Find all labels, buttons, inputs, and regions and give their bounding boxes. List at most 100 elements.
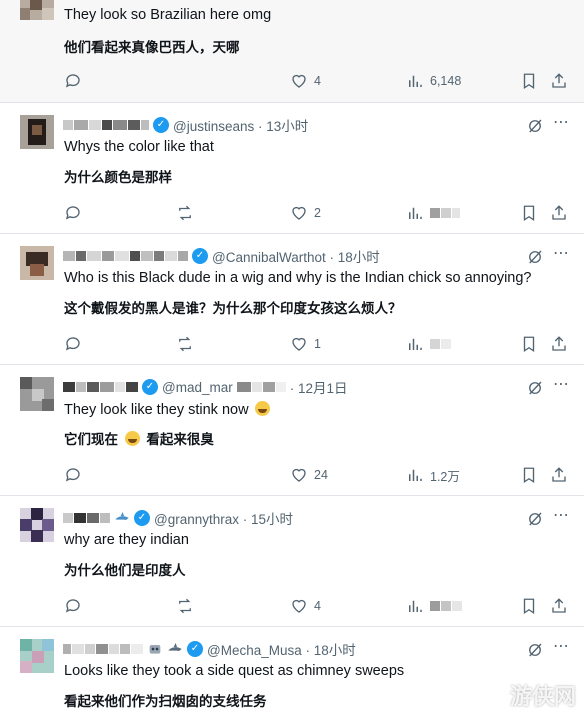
shark-emoji-icon [115,512,129,520]
tweet-2[interactable]: ✓ @CannibalWarthot · 18小时 Who is this Bl… [0,234,584,365]
tweet-time[interactable]: · 12月1日 [290,377,348,397]
avatar[interactable] [20,246,54,280]
tweet-0[interactable]: They look so Brazilian here omg 他们看起来真像巴… [0,0,584,103]
repost-icon [179,336,191,352]
tweet-text: Who is this Black dude in a wig and why … [64,270,532,286]
tweet-header: ✓ @grannythrax · 15小时 [63,508,293,528]
grok-icon[interactable] [526,248,544,266]
repost-button[interactable] [176,596,194,616]
more-icon[interactable]: ⋯ [553,243,570,262]
more-icon[interactable]: ⋯ [553,505,570,524]
tweet-text-content: They look like they stink now [64,402,249,418]
verified-badge: ✓ [187,641,203,657]
share-button[interactable] [550,203,568,223]
views-icon [409,600,422,612]
avatar[interactable] [20,377,54,411]
views-button[interactable]: 6,148 [406,71,461,91]
more-icon[interactable]: ⋯ [553,112,570,131]
blurred-display-name [63,643,143,656]
action-bar: 24 1.2万 [64,465,566,485]
views-button[interactable] [406,203,460,223]
reply-icon [65,599,80,613]
like-count: 2 [314,206,321,220]
tweet-handle[interactable]: @justinseans · 13小时 [173,115,308,135]
views-button[interactable] [406,596,462,616]
repost-button[interactable] [176,334,194,354]
share-button[interactable] [550,334,568,354]
tweet-5[interactable]: ✓ @Mecha_Musa · 18小时 Looks like they too… [0,627,584,717]
watermark-logo: 游侠网 [510,679,576,711]
like-button[interactable]: 4 [290,596,321,616]
blurred-views [430,207,460,220]
reply-button[interactable] [64,71,82,91]
share-button[interactable] [550,465,568,485]
tweet-header: ✓ @CannibalWarthot · 18小时 [63,246,380,266]
share-icon [552,205,566,220]
bookmark-button[interactable] [520,465,538,485]
blurred-handle-suffix [236,381,286,394]
more-icon[interactable]: ⋯ [553,636,570,655]
translation-part-1: 它们现在 [64,432,118,448]
grok-icon[interactable] [526,379,544,397]
robot-emoji-icon [149,645,161,654]
grok-icon[interactable] [526,117,544,135]
tweet-translation: 为什么颜色是那样 [64,170,172,186]
share-icon [552,336,566,351]
bookmark-icon [523,336,535,353]
tweet-header: ✓ @Mecha_Musa · 18小时 [63,639,356,659]
bookmark-button[interactable] [520,334,538,354]
like-count: 24 [314,468,328,482]
views-icon [409,338,422,350]
avatar[interactable] [20,639,54,673]
tweet-text: Looks like they took a side quest as chi… [64,663,405,679]
repost-button[interactable] [176,203,194,223]
like-button[interactable]: 24 [290,465,328,485]
reply-icon [65,206,80,220]
reply-icon [65,337,80,351]
share-button[interactable] [550,596,568,616]
views-count: 1.2万 [430,469,460,484]
tweet-text: They look like they stink now [64,401,272,418]
avatar[interactable] [20,0,54,20]
grok-icon[interactable] [526,510,544,528]
bookmark-button[interactable] [520,596,538,616]
tweet-handle[interactable]: @Mecha_Musa · 18小时 [207,639,356,659]
grok-icon[interactable] [526,641,544,659]
avatar[interactable] [20,115,54,149]
views-icon [409,75,422,87]
tweet-handle[interactable]: @CannibalWarthot · 18小时 [212,246,380,266]
share-icon [552,73,566,88]
like-icon [292,599,306,613]
views-button[interactable] [406,334,451,354]
tweet-handle[interactable]: @mad_mar [162,380,233,395]
reply-button[interactable] [64,465,82,485]
tweet-handle[interactable]: @grannythrax · 15小时 [154,508,293,528]
tweet-4[interactable]: ✓ @grannythrax · 15小时 why are they india… [0,496,584,627]
views-count: 6,148 [430,74,462,88]
reply-button[interactable] [64,596,82,616]
like-button[interactable]: 2 [290,203,321,223]
more-icon[interactable]: ⋯ [553,374,570,393]
like-button[interactable]: 4 [290,71,321,91]
watermark-text: 游侠网 [509,685,576,710]
tweet-3[interactable]: ✓ @mad_mar · 12月1日 They look like they s… [0,365,584,496]
bookmark-icon [523,73,535,90]
bookmark-icon [523,598,535,615]
tweet-1[interactable]: ✓ @justinseans · 13小时 Whys the color lik… [0,103,584,234]
reply-button[interactable] [64,334,82,354]
avatar[interactable] [20,508,54,542]
bookmark-icon [523,467,535,484]
share-button[interactable] [550,71,568,91]
shark-emoji-icon [168,643,182,651]
like-count: 4 [314,599,321,613]
action-bar: 2 [64,203,566,223]
views-button[interactable]: 1.2万 [406,465,460,485]
tweet-translation: 为什么他们是印度人 [64,563,186,579]
tweet-header: ✓ @justinseans · 13小时 [63,115,308,135]
like-button[interactable]: 1 [290,334,321,354]
views-icon [409,207,422,219]
bookmark-button[interactable] [520,71,538,91]
tweet-header: ✓ @mad_mar · 12月1日 [63,377,348,397]
reply-button[interactable] [64,203,82,223]
bookmark-button[interactable] [520,203,538,223]
